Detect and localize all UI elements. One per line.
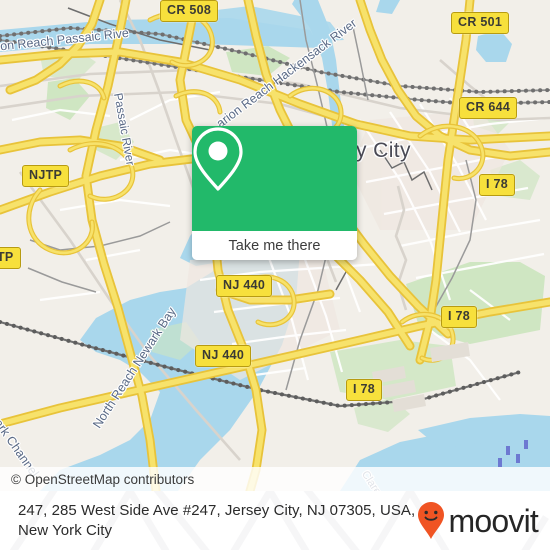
- moovit-wordmark: moovit: [448, 502, 539, 539]
- map-pin-icon: [193, 127, 243, 191]
- place-card-image: [192, 126, 357, 231]
- take-me-there-button[interactable]: Take me there: [192, 231, 357, 260]
- shield-nj-440-north[interactable]: NJ 440: [216, 275, 273, 297]
- osm-attribution: © OpenStreetMap contributors: [0, 467, 550, 491]
- place-card[interactable]: Take me there: [192, 126, 357, 260]
- shield-cr-644[interactable]: CR 644: [459, 97, 518, 119]
- shield-njtp-partial[interactable]: TP: [0, 247, 21, 269]
- shield-i-78-south[interactable]: I 78: [346, 379, 383, 401]
- shield-cr-501-north[interactable]: CR 501: [451, 12, 510, 34]
- place-address: 247, 285 West Side Ave #247, Jersey City…: [18, 501, 416, 539]
- screenshot-root: son Reach Passaic Rive Passaic River ari…: [0, 0, 550, 550]
- osm-attribution-text: © OpenStreetMap contributors: [11, 471, 195, 487]
- shield-njtp[interactable]: NJTP: [22, 165, 70, 187]
- shield-cr-508[interactable]: CR 508: [160, 0, 219, 22]
- moovit-pin-icon: [417, 501, 444, 539]
- footer-bar: 247, 285 West Side Ave #247, Jersey City…: [0, 491, 550, 550]
- shield-nj-440-south[interactable]: NJ 440: [195, 345, 252, 367]
- moovit-logo[interactable]: moovit: [417, 501, 542, 541]
- shield-i-78-middle[interactable]: I 78: [441, 306, 478, 328]
- map-canvas[interactable]: son Reach Passaic Rive Passaic River ari…: [0, 0, 550, 491]
- shield-i-78-east[interactable]: I 78: [479, 174, 516, 196]
